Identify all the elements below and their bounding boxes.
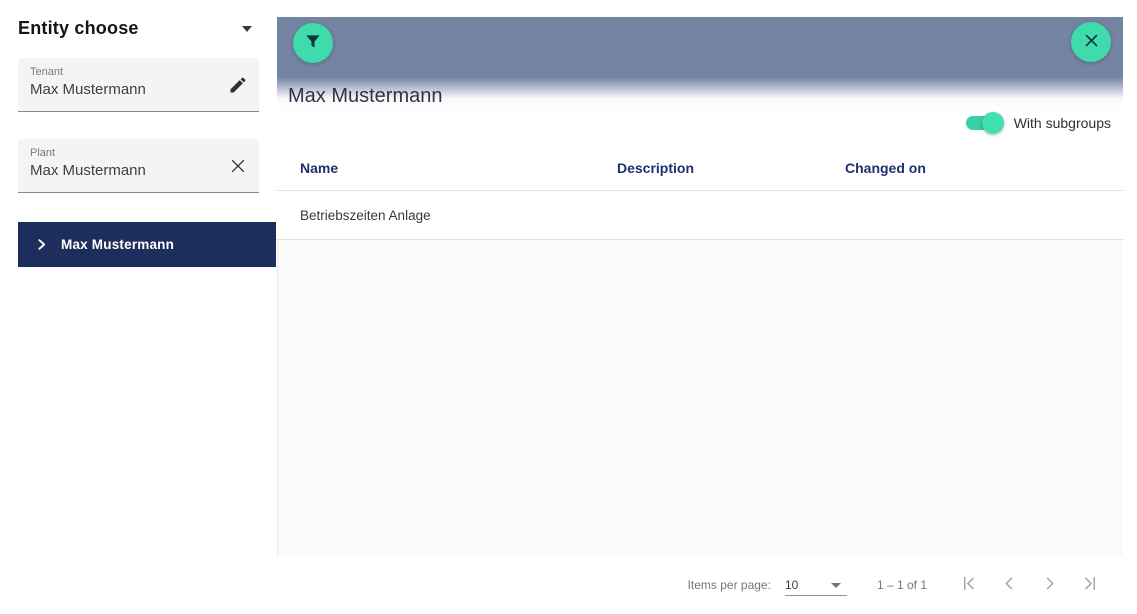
column-header-description[interactable]: Description xyxy=(617,160,845,176)
filter-button[interactable] xyxy=(293,23,333,63)
edit-pencil-icon xyxy=(228,75,248,98)
with-subgroups-toggle[interactable] xyxy=(966,115,1002,131)
plant-field-label: Plant xyxy=(30,147,249,159)
page-size-select[interactable]: 10 xyxy=(785,574,847,596)
clear-x-icon xyxy=(228,156,248,179)
plant-field-value: Max Mustermann xyxy=(30,162,210,179)
with-subgroups-toggle-row: With subgroups xyxy=(966,115,1111,131)
plant-clear-button[interactable] xyxy=(225,154,251,180)
page-size-value: 10 xyxy=(785,578,798,592)
close-x-icon xyxy=(1083,32,1100,52)
caret-down-icon[interactable] xyxy=(242,26,252,32)
previous-page-button[interactable] xyxy=(989,565,1029,605)
filter-funnel-icon xyxy=(303,32,323,55)
next-page-button[interactable] xyxy=(1029,565,1069,605)
with-subgroups-label: With subgroups xyxy=(1014,115,1111,131)
cell-name[interactable]: Betriebszeiten Anlage xyxy=(300,208,617,223)
entity-sidebar: Entity choose Tenant Max Mustermann Plan… xyxy=(0,0,276,614)
next-page-icon xyxy=(1040,574,1059,596)
close-button[interactable] xyxy=(1071,22,1111,62)
paginator: Items per page: 10 1 – 1 of 1 xyxy=(277,556,1123,614)
select-caret-icon xyxy=(831,583,841,588)
first-page-icon xyxy=(960,574,979,596)
sidebar-tree-item-selected[interactable]: Max Mustermann xyxy=(18,222,276,267)
table-empty-area xyxy=(277,240,1123,556)
group-panel: Max Mustermann With subgroups Name Descr… xyxy=(277,17,1123,614)
plant-field[interactable]: Plant Max Mustermann xyxy=(18,139,259,193)
sidebar-header: Entity choose xyxy=(18,18,258,39)
toggle-knob[interactable] xyxy=(982,112,1004,134)
panel-title: Max Mustermann xyxy=(288,85,443,108)
last-page-icon xyxy=(1080,574,1099,596)
page-range-label: 1 – 1 of 1 xyxy=(877,578,927,592)
first-page-button[interactable] xyxy=(949,565,989,605)
column-header-name[interactable]: Name xyxy=(300,160,617,176)
tree-item-label: Max Mustermann xyxy=(61,237,174,252)
tenant-field-value: Max Mustermann xyxy=(30,81,210,98)
tenant-field-label: Tenant xyxy=(30,66,249,78)
last-page-button[interactable] xyxy=(1069,565,1109,605)
table-header-row: Name Description Changed on xyxy=(277,146,1123,191)
previous-page-icon xyxy=(1000,574,1019,596)
sidebar-title: Entity choose xyxy=(18,18,139,39)
table-row[interactable]: Betriebszeiten Anlage xyxy=(277,191,1123,240)
tenant-edit-button[interactable] xyxy=(225,73,251,99)
column-header-changed-on[interactable]: Changed on xyxy=(845,160,1123,176)
entity-choose-screen: Entity choose Tenant Max Mustermann Plan… xyxy=(0,0,1137,614)
items-per-page-label: Items per page: xyxy=(688,578,771,592)
chevron-right-icon[interactable] xyxy=(35,238,48,251)
tenant-field[interactable]: Tenant Max Mustermann xyxy=(18,58,259,112)
